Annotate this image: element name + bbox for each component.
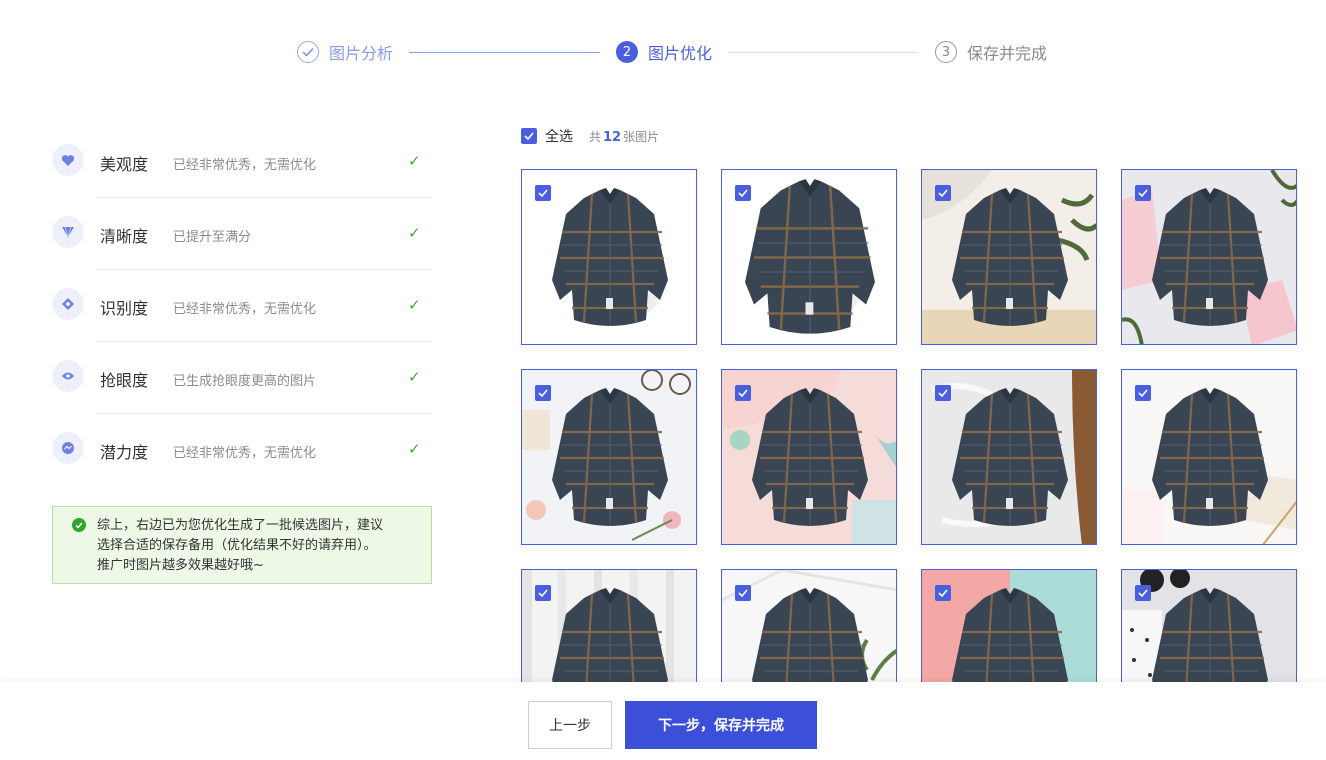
image-tile[interactable]	[721, 369, 897, 545]
tile-checkbox[interactable]	[535, 385, 551, 401]
image-tile[interactable]	[521, 169, 697, 345]
image-tile[interactable]	[1121, 569, 1297, 682]
page: 图片分析 2 图片优化 3 保存并完成 美观度 已经非常优秀，无需优化 ✓ 清晰…	[0, 0, 1326, 760]
image-tile[interactable]	[921, 569, 1097, 682]
tile-checkbox[interactable]	[1135, 185, 1151, 201]
image-tile[interactable]	[1121, 369, 1297, 545]
image-tile[interactable]	[1121, 169, 1297, 345]
next-save-button[interactable]: 下一步，保存并完成	[625, 701, 817, 749]
image-tile[interactable]	[521, 369, 697, 545]
image-grid	[0, 0, 1326, 682]
image-tile[interactable]	[721, 169, 897, 345]
image-tile[interactable]	[921, 369, 1097, 545]
prev-step-button[interactable]: 上一步	[528, 701, 612, 749]
tile-checkbox[interactable]	[935, 585, 951, 601]
tile-checkbox[interactable]	[535, 585, 551, 601]
tile-checkbox[interactable]	[535, 185, 551, 201]
footer-bar: 上一步 下一步，保存并完成	[0, 682, 1326, 760]
tile-checkbox[interactable]	[735, 585, 751, 601]
tile-checkbox[interactable]	[935, 385, 951, 401]
image-tile[interactable]	[921, 169, 1097, 345]
tile-checkbox[interactable]	[735, 185, 751, 201]
tile-checkbox[interactable]	[735, 385, 751, 401]
image-tile[interactable]	[521, 569, 697, 682]
tile-checkbox[interactable]	[935, 185, 951, 201]
tile-checkbox[interactable]	[1135, 385, 1151, 401]
tile-checkbox[interactable]	[1135, 585, 1151, 601]
image-tile[interactable]	[721, 569, 897, 682]
